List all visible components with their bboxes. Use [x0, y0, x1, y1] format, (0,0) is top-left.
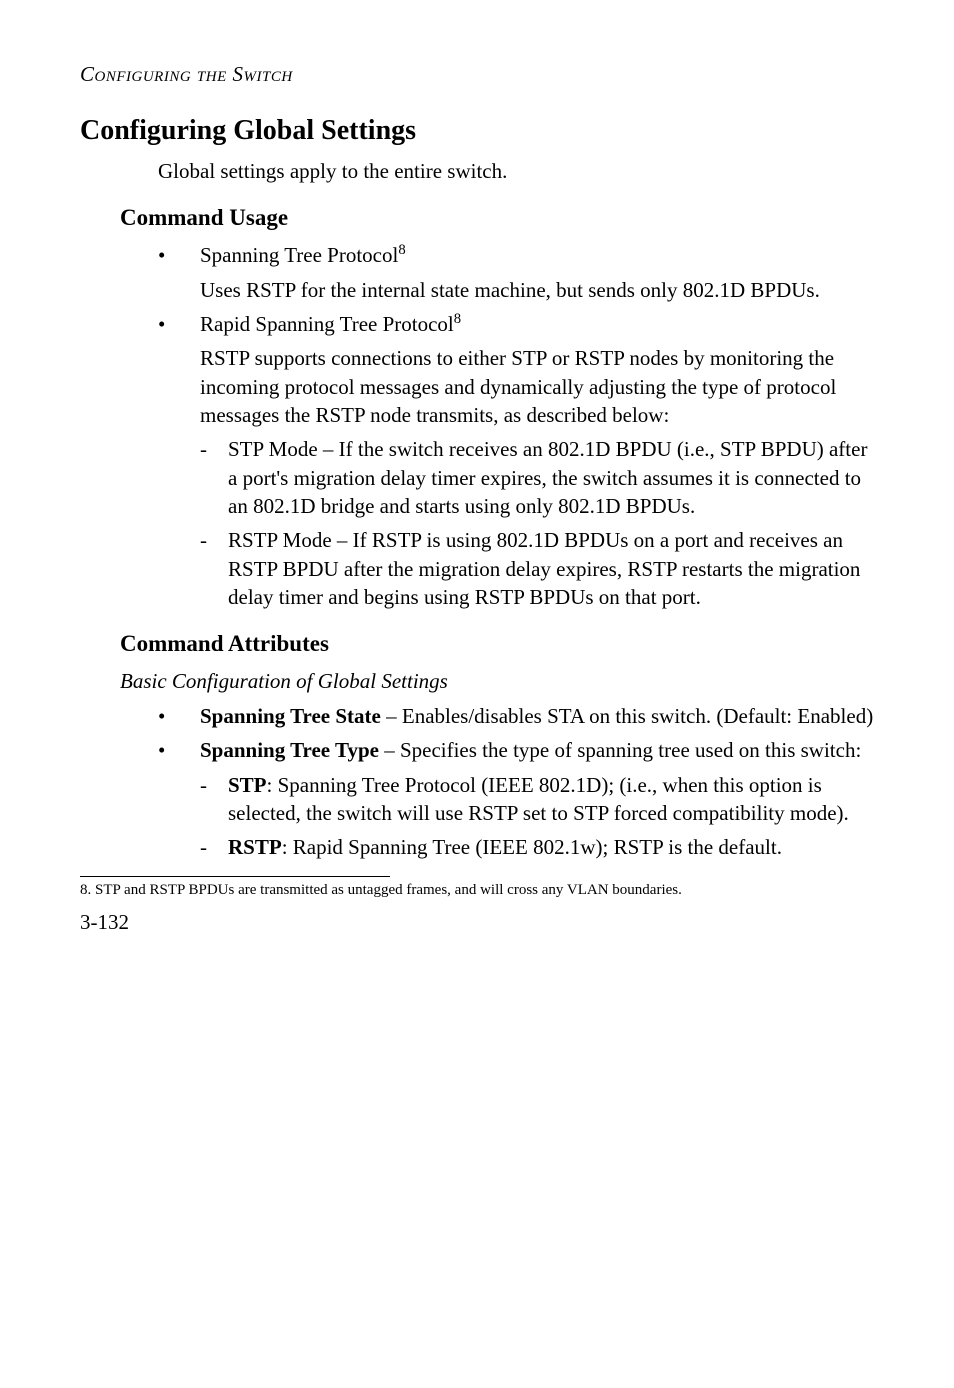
bullet-dot-icon: •: [158, 310, 200, 338]
bullet-dot-icon: •: [158, 702, 200, 730]
usage-subitem-text: RSTP Mode – If RSTP is using 802.1D BPDU…: [228, 526, 874, 611]
usage-subitem-text: STP Mode – If the switch receives an 802…: [228, 435, 874, 520]
dash-icon: -: [200, 771, 228, 828]
attr-item: • Spanning Tree Type – Specifies the typ…: [158, 736, 874, 764]
footnote: 8. STP and RSTP BPDUs are transmitted as…: [80, 881, 874, 901]
usage-item-desc: RSTP supports connections to either STP …: [200, 344, 874, 429]
attr-desc: – Enables/disables STA on this switch. (…: [381, 704, 873, 728]
usage-item-desc: Uses RSTP for the internal state machine…: [200, 276, 874, 304]
attr-desc: – Specifies the type of spanning tree us…: [379, 738, 861, 762]
attrs-subtitle: Basic Configuration of Global Settings: [120, 667, 874, 695]
dash-icon: -: [200, 526, 228, 611]
attr-subitem: - STP: Spanning Tree Protocol (IEEE 802.…: [200, 771, 874, 828]
usage-item: • Rapid Spanning Tree Protocol8: [158, 310, 874, 338]
attr-item-text: Spanning Tree State – Enables/disables S…: [200, 702, 874, 730]
usage-subitem: - STP Mode – If the switch receives an 8…: [200, 435, 874, 520]
bullet-dot-icon: •: [158, 241, 200, 269]
dash-icon: -: [200, 435, 228, 520]
bullet-dot-icon: •: [158, 736, 200, 764]
section-intro: Global settings apply to the entire swit…: [158, 157, 874, 185]
attr-sub-desc: : Spanning Tree Protocol (IEEE 802.1D); …: [228, 773, 849, 825]
attr-subitem-text: STP: Spanning Tree Protocol (IEEE 802.1D…: [228, 771, 874, 828]
usage-subitem: - RSTP Mode – If RSTP is using 802.1D BP…: [200, 526, 874, 611]
attrs-heading: Command Attributes: [120, 631, 874, 657]
attr-item-text: Spanning Tree Type – Specifies the type …: [200, 736, 874, 764]
footnote-text: STP and RSTP BPDUs are transmitted as un…: [95, 882, 682, 898]
usage-item-title: Spanning Tree Protocol8: [200, 241, 874, 269]
usage-item: • Spanning Tree Protocol8: [158, 241, 874, 269]
attr-sub-name: RSTP: [228, 835, 282, 859]
attr-name: Spanning Tree Type: [200, 738, 379, 762]
dash-icon: -: [200, 833, 228, 861]
footnote-marker: 8.: [80, 882, 91, 898]
footnote-divider: [80, 876, 390, 877]
usage-heading: Command Usage: [120, 205, 874, 231]
running-head: Configuring the Switch: [80, 62, 874, 87]
section-title: Configuring Global Settings: [80, 115, 874, 147]
attr-name: Spanning Tree State: [200, 704, 381, 728]
attr-subitem: - RSTP: Rapid Spanning Tree (IEEE 802.1w…: [200, 833, 874, 861]
attr-sub-name: STP: [228, 773, 267, 797]
usage-item-title: Rapid Spanning Tree Protocol8: [200, 310, 874, 338]
page-number: 3-132: [80, 910, 874, 935]
attr-subitem-text: RSTP: Rapid Spanning Tree (IEEE 802.1w);…: [228, 833, 874, 861]
attr-item: • Spanning Tree State – Enables/disables…: [158, 702, 874, 730]
attr-sub-desc: : Rapid Spanning Tree (IEEE 802.1w); RST…: [282, 835, 782, 859]
